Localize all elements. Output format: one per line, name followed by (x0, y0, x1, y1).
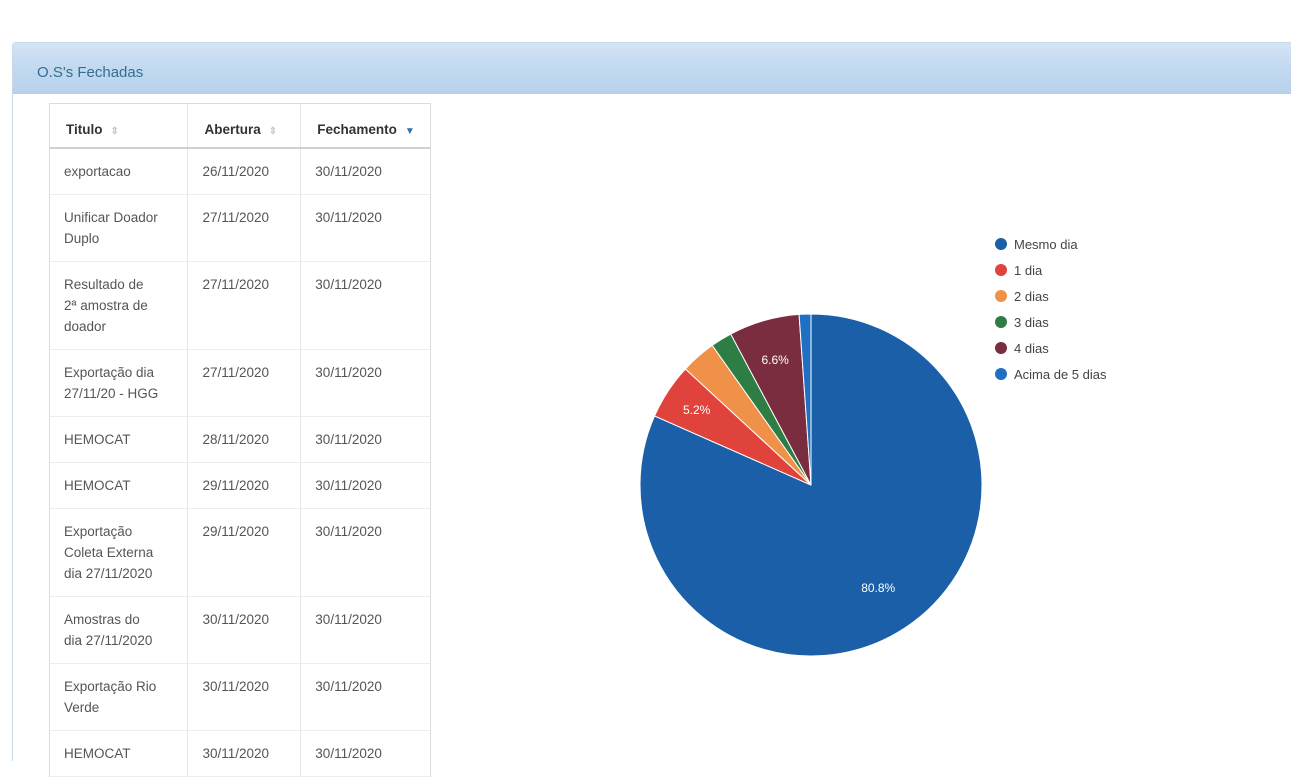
table-row[interactable]: Exportação Rio Verde 30/11/2020 30/11/2020 (50, 663, 430, 731)
legend-label: 1 dia (1014, 262, 1043, 278)
scan-edge (0, 0, 1291, 20)
table-row[interactable]: Resultado de 2ª amostra de doador 27/11/202… (50, 261, 430, 350)
chart-legend: Mesmo dia 1 dia 2 dias 3 dias 4 dias Acima de… (995, 231, 1107, 387)
cell-fechamento: 30/11/2020 (300, 730, 430, 777)
table-row[interactable]: HEMOCAT 30/11/2020 30/11/2020 (50, 730, 430, 777)
legend-swatch (995, 316, 1007, 328)
legend-label: 3 dias (1014, 314, 1049, 330)
legend-item[interactable]: 3 dias (995, 309, 1107, 335)
cell-abertura: 29/11/2020 (187, 462, 302, 509)
cell-fechamento: 30/11/2020 (300, 596, 430, 664)
legend-item[interactable]: 1 dia (995, 257, 1107, 283)
cell-fechamento: 30/11/2020 (300, 416, 430, 463)
legend-item[interactable]: Acima de 5 dias (995, 361, 1107, 387)
legend-label: Acima de 5 dias (1014, 366, 1107, 382)
pie-data-label: 6.6% (761, 353, 789, 367)
table-row[interactable]: Amostras do dia 27/11/2020 30/11/2020 30/11… (50, 596, 430, 664)
panel-title: O.S's Fechadas (37, 63, 144, 81)
column-header-abertura[interactable]: Abertura ⇕ (187, 104, 302, 149)
cell-titulo: exportacao (50, 148, 189, 195)
sort-desc-icon: ▼ (404, 126, 415, 137)
table-row[interactable]: Unificar Doador Duplo 27/11/2020 30/11/2020 (50, 194, 430, 262)
table-header-row: Titulo ⇕ Abertura ⇕ Fechamento ▼ (50, 104, 430, 149)
cell-abertura: 27/11/2020 (187, 194, 302, 262)
legend-label: Mesmo dia (1014, 236, 1078, 252)
cell-abertura: 30/11/2020 (187, 663, 302, 731)
cell-titulo: Unificar Doador Duplo (50, 194, 189, 262)
column-header-fechamento[interactable]: Fechamento ▼ (300, 104, 430, 149)
os-table: Titulo ⇕ Abertura ⇕ Fechamento ▼ exportacao… (49, 103, 431, 777)
table-row[interactable]: Exportação Coleta Externa dia 27/11/2020 29… (50, 508, 430, 597)
cell-abertura: 28/11/2020 (187, 416, 302, 463)
sort-icon: ⇕ (110, 126, 119, 137)
cell-abertura: 30/11/2020 (187, 730, 302, 777)
table-row[interactable]: HEMOCAT 28/11/2020 30/11/2020 (50, 416, 430, 463)
legend-swatch (995, 368, 1007, 380)
cell-titulo: Exportação dia 27/11/20 - HGG (50, 349, 189, 417)
legend-swatch (995, 342, 1007, 354)
legend-swatch (995, 264, 1007, 276)
cell-titulo: Exportação Rio Verde (50, 663, 189, 731)
cell-fechamento: 30/11/2020 (300, 462, 430, 509)
pie-chart: 80.8% 5.2% 6.6% (639, 313, 983, 657)
cell-titulo: HEMOCAT (50, 730, 189, 777)
pie-data-label: 5.2% (683, 403, 711, 417)
table-row[interactable]: Exportação dia 27/11/20 - HGG 27/11/2020 30… (50, 349, 430, 417)
cell-titulo: Resultado de 2ª amostra de doador (50, 261, 189, 350)
cell-abertura: 30/11/2020 (187, 596, 302, 664)
legend-swatch (995, 290, 1007, 302)
legend-item[interactable]: Mesmo dia (995, 231, 1107, 257)
cell-fechamento: 30/11/2020 (300, 349, 430, 417)
legend-label: 4 dias (1014, 340, 1049, 356)
cell-fechamento: 30/11/2020 (300, 663, 430, 731)
table-row[interactable]: HEMOCAT 29/11/2020 30/11/2020 (50, 462, 430, 509)
cell-fechamento: 30/11/2020 (300, 508, 430, 597)
cell-abertura: 27/11/2020 (187, 261, 302, 350)
sort-icon: ⇕ (268, 126, 278, 137)
cell-abertura: 26/11/2020 (187, 148, 302, 195)
cell-titulo: Exportação Coleta Externa dia 27/11/2020 (50, 508, 189, 597)
cell-fechamento: 30/11/2020 (300, 261, 430, 350)
legend-swatch (995, 238, 1007, 250)
cell-fechamento: 30/11/2020 (300, 148, 430, 195)
cell-fechamento: 30/11/2020 (300, 194, 430, 262)
legend-label: 2 dias (1014, 288, 1049, 304)
cell-abertura: 27/11/2020 (187, 349, 302, 417)
cell-titulo: HEMOCAT (50, 462, 189, 509)
cell-titulo: HEMOCAT (50, 416, 189, 463)
cell-abertura: 29/11/2020 (187, 508, 302, 597)
pie-data-label: 80.8% (861, 581, 895, 595)
legend-item[interactable]: 4 dias (995, 335, 1107, 361)
legend-item[interactable]: 2 dias (995, 283, 1107, 309)
table-row[interactable]: exportacao 26/11/2020 30/11/2020 (50, 148, 430, 195)
column-header-titulo[interactable]: Titulo ⇕ (50, 104, 189, 149)
cell-titulo: Amostras do dia 27/11/2020 (50, 596, 189, 664)
